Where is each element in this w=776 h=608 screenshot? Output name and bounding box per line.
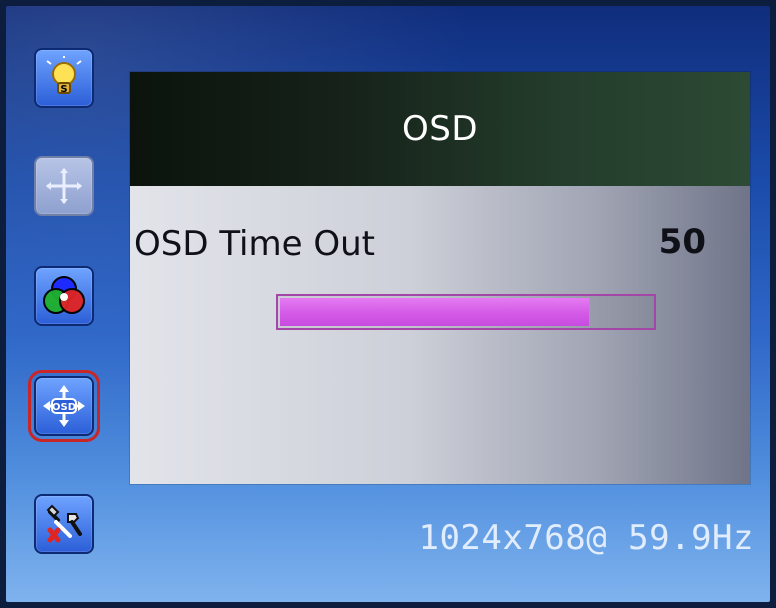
tools-icon bbox=[40, 500, 88, 548]
osd-panel: OSD OSD Time Out 50 bbox=[130, 72, 750, 484]
svg-text:S: S bbox=[60, 84, 67, 95]
move-icon bbox=[42, 164, 86, 208]
svg-text:OSD: OSD bbox=[52, 402, 76, 413]
resolution-status: 1024x768@ 59.9Hz bbox=[418, 518, 754, 558]
color-menu-button[interactable] bbox=[34, 266, 94, 326]
setup-menu-button[interactable] bbox=[34, 494, 94, 554]
position-menu-button[interactable] bbox=[34, 156, 94, 216]
osd-icon: OSD bbox=[40, 382, 88, 430]
osd-time-out-slider-fill bbox=[280, 298, 589, 326]
panel-title: OSD bbox=[401, 109, 479, 149]
osd-time-out-slider[interactable] bbox=[276, 294, 656, 330]
brightness-menu-button[interactable]: S bbox=[34, 48, 94, 108]
monitor-screen: S OSD OSD OSD Time Out 50 1024x768@ 59.9… bbox=[6, 6, 770, 602]
osd-time-out-label: OSD Time Out bbox=[134, 224, 375, 264]
color-wheel-icon bbox=[41, 273, 87, 319]
lightbulb-icon: S bbox=[42, 56, 86, 100]
osd-menu-button[interactable]: OSD bbox=[28, 370, 100, 442]
panel-header: OSD bbox=[130, 72, 750, 186]
osd-time-out-value: 50 bbox=[658, 222, 706, 262]
